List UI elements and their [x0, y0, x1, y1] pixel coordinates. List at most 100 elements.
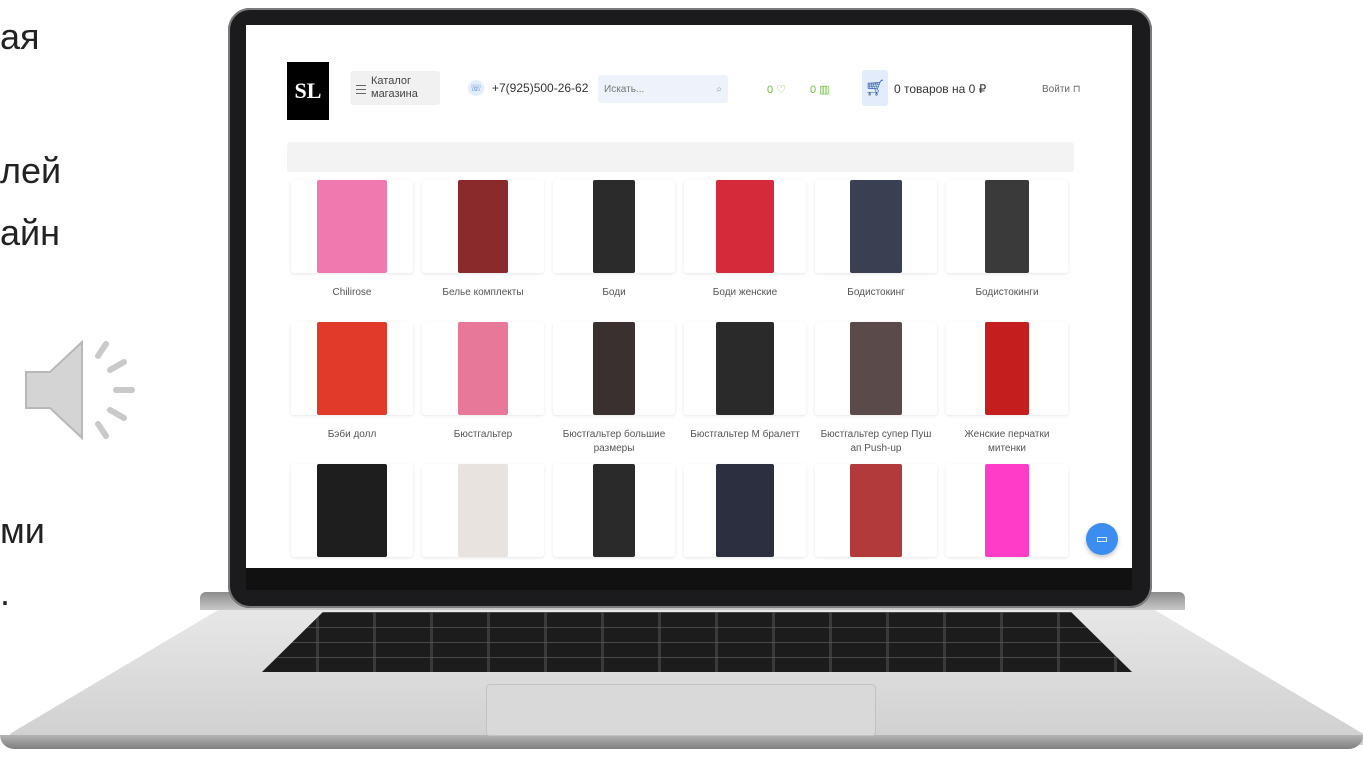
- slide-text-1: ая: [0, 16, 40, 57]
- category-label[interactable]: Бюстгальтер супер Пуш ап Push-up: [815, 428, 937, 456]
- category-label[interactable]: Chilirose: [291, 286, 413, 300]
- category-thumbnail: [985, 180, 1029, 273]
- cart-icon[interactable]: 🛒︎: [862, 70, 888, 106]
- category-card[interactable]: Chilirose: [291, 180, 413, 300]
- favorites-count: 0: [767, 84, 774, 96]
- category-image[interactable]: [815, 464, 937, 557]
- slide-text-2: лей: [0, 150, 62, 191]
- category-thumbnail: [458, 180, 508, 273]
- slide-text-3: айн: [0, 212, 61, 253]
- category-image[interactable]: [422, 180, 544, 273]
- screen-bezel-bottom: [246, 568, 1132, 590]
- favorites-link[interactable]: 0 ♡: [767, 83, 786, 96]
- lock-icon: ⊓: [1072, 84, 1081, 95]
- category-thumbnail: [317, 322, 387, 415]
- category-image[interactable]: [291, 322, 413, 415]
- category-thumbnail: [716, 464, 774, 557]
- category-thumbnail: [317, 464, 387, 557]
- category-label[interactable]: Бюстгальтер большие размеры: [553, 428, 675, 456]
- category-image[interactable]: [815, 180, 937, 273]
- category-card[interactable]: Бюстгальтер: [422, 322, 544, 442]
- category-thumbnail: [716, 180, 774, 273]
- audio-speaker-icon[interactable]: [20, 330, 150, 450]
- category-thumbnail: [458, 322, 508, 415]
- category-label[interactable]: Белье комплекты: [422, 286, 544, 300]
- compare-count: 0: [810, 84, 817, 96]
- category-image[interactable]: [291, 464, 413, 557]
- phone-icon: ☏: [468, 80, 484, 96]
- category-image[interactable]: [684, 180, 806, 273]
- bar-chart-icon: ▥: [819, 84, 830, 96]
- category-label[interactable]: Бодистокинг: [815, 286, 937, 300]
- category-thumbnail: [458, 464, 508, 557]
- category-card[interactable]: Белье комплекты: [422, 180, 544, 300]
- category-image[interactable]: [946, 464, 1068, 557]
- category-thumbnail: [850, 180, 902, 273]
- search-icon[interactable]: ⌕: [716, 84, 722, 95]
- category-card[interactable]: [422, 464, 544, 568]
- category-thumbnail: [593, 464, 635, 557]
- site-logo[interactable]: SL: [287, 62, 329, 120]
- category-image[interactable]: [553, 180, 675, 273]
- login-label: Войти: [1042, 84, 1070, 95]
- compare-link[interactable]: 0 ▥: [810, 83, 830, 96]
- breadcrumb-bar: [287, 142, 1074, 172]
- category-image[interactable]: [946, 322, 1068, 415]
- heart-icon: ♡: [776, 84, 787, 96]
- category-image[interactable]: [291, 180, 413, 273]
- slide-text-4: ми: [0, 510, 45, 551]
- category-label[interactable]: Бодистокинги: [946, 286, 1068, 300]
- category-card[interactable]: Боди женские: [684, 180, 806, 300]
- category-card[interactable]: [291, 464, 413, 568]
- category-label[interactable]: Женские перчатки митенки: [946, 428, 1068, 456]
- category-card[interactable]: [684, 464, 806, 568]
- cart-summary[interactable]: 0 товаров на 0 ₽: [894, 82, 986, 96]
- category-label[interactable]: Бэби долл: [291, 428, 413, 442]
- category-thumbnail: [985, 464, 1029, 557]
- login-link[interactable]: Войти ⊓: [1042, 84, 1081, 95]
- category-image[interactable]: [422, 464, 544, 557]
- chat-button[interactable]: ▭: [1086, 523, 1118, 555]
- phone-link[interactable]: ☏ +7(925)500-26-62: [468, 80, 588, 96]
- category-thumbnail: [593, 322, 635, 415]
- phone-number: +7(925)500-26-62: [492, 81, 589, 95]
- category-thumbnail: [593, 180, 635, 273]
- category-image[interactable]: [684, 464, 806, 557]
- category-image[interactable]: [553, 322, 675, 415]
- catalog-button[interactable]: Каталог магазина: [350, 71, 440, 105]
- category-card[interactable]: [553, 464, 675, 568]
- category-thumbnail: [317, 180, 387, 273]
- menu-icon: [356, 85, 366, 97]
- category-card[interactable]: Женские перчатки митенки: [946, 322, 1068, 456]
- search-box[interactable]: ⌕: [598, 75, 728, 103]
- category-image[interactable]: [553, 464, 675, 557]
- category-label[interactable]: Бюстгальтер: [422, 428, 544, 442]
- category-label[interactable]: Боди: [553, 286, 675, 300]
- category-card[interactable]: Бодистокинг: [815, 180, 937, 300]
- category-image[interactable]: [946, 180, 1068, 273]
- category-card[interactable]: Боди: [553, 180, 675, 300]
- category-card[interactable]: Бюстгальтер М бралетт: [684, 322, 806, 442]
- category-thumbnail: [716, 322, 774, 415]
- category-image[interactable]: [815, 322, 937, 415]
- category-label[interactable]: Боди женские: [684, 286, 806, 300]
- laptop-trackpad: [486, 684, 876, 736]
- category-card[interactable]: Бодистокинги: [946, 180, 1068, 300]
- category-image[interactable]: [684, 322, 806, 415]
- category-card[interactable]: Бюстгальтер супер Пуш ап Push-up: [815, 322, 937, 456]
- chat-icon: ▭: [1095, 531, 1109, 546]
- keyboard-rows: [262, 612, 1132, 672]
- slide-text-5: .: [0, 572, 11, 613]
- presentation-slide: ая лей айн ми . SL Каталог магазина ☏ +7…: [0, 0, 1363, 757]
- category-card[interactable]: [946, 464, 1068, 568]
- laptop-screen: SL Каталог магазина ☏ +7(925)500-26-62 ⌕…: [246, 25, 1132, 568]
- category-image[interactable]: [422, 322, 544, 415]
- category-label[interactable]: Бюстгальтер М бралетт: [684, 428, 806, 442]
- category-card[interactable]: Бюстгальтер большие размеры: [553, 322, 675, 456]
- catalog-label: Каталог магазина: [371, 75, 418, 100]
- search-input[interactable]: [604, 83, 704, 95]
- category-card[interactable]: [815, 464, 937, 568]
- category-thumbnail: [985, 322, 1029, 415]
- category-card[interactable]: Бэби долл: [291, 322, 413, 442]
- category-thumbnail: [850, 464, 902, 557]
